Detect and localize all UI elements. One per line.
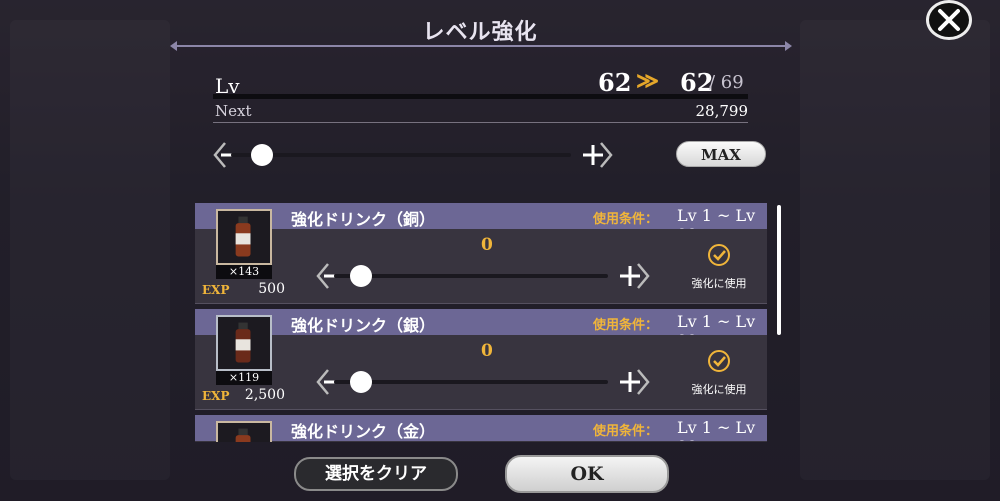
item-body: ×143 EXP 500 0 強化に使用 <box>195 209 767 304</box>
quantity-slider[interactable] <box>316 261 650 291</box>
exp-label: EXP <box>202 283 230 297</box>
item-name: 強化ドリンク（銀） <box>291 316 436 335</box>
level-arrow-icon: ≫ <box>636 68 660 94</box>
bottle-icon <box>235 322 251 363</box>
level-progress-bar <box>213 94 748 99</box>
item-thumbnail <box>216 315 272 371</box>
item-list[interactable]: 強化ドリンク（銅） 使用条件： Lv 1 ~ Lv 99 ×143 EXP 50… <box>195 203 767 442</box>
item-header: 強化ドリンク（銀） 使用条件： Lv 1 ~ Lv 99 <box>195 309 767 350</box>
title-divider <box>170 41 792 51</box>
level-slider[interactable] <box>213 140 613 170</box>
next-divider <box>213 122 748 123</box>
use-toggle[interactable]: 強化に使用 <box>684 349 754 397</box>
use-label: 強化に使用 <box>691 277 747 290</box>
item-count: ×143 <box>216 265 272 279</box>
increase-icon[interactable] <box>616 261 650 291</box>
ok-button[interactable]: OK <box>505 455 669 493</box>
item-body: ×119 EXP 2,500 0 強化に使用 <box>195 315 767 410</box>
use-label: 強化に使用 <box>691 383 747 396</box>
clear-selection-button[interactable]: 選択をクリア <box>294 457 458 491</box>
item-name: 強化ドリンク（銅） <box>291 210 436 229</box>
list-item: 強化ドリンク（銅） 使用条件： Lv 1 ~ Lv 99 ×143 EXP 50… <box>195 203 767 304</box>
list-scrollbar[interactable] <box>777 205 781 335</box>
condition-label: 使用条件： <box>593 424 659 439</box>
item-count: ×119 <box>216 371 272 385</box>
exp-label: EXP <box>202 389 230 403</box>
item-thumbnail <box>216 209 272 265</box>
slider-knob[interactable] <box>350 371 372 393</box>
next-label: Next <box>215 102 252 120</box>
increase-icon[interactable] <box>579 140 613 170</box>
exp-value: 2,500 <box>244 387 285 403</box>
list-item: 強化ドリンク（金） 使用条件： Lv 1 ~ Lv 99 <box>195 415 767 442</box>
increase-icon[interactable] <box>616 367 650 397</box>
check-circle-icon <box>708 350 730 372</box>
item-body <box>195 421 767 442</box>
condition-label: 使用条件： <box>593 212 659 227</box>
condition-value: Lv 1 ~ Lv 99 <box>677 418 756 442</box>
list-item: 強化ドリンク（銀） 使用条件： Lv 1 ~ Lv 99 ×119 EXP 2,… <box>195 309 767 410</box>
quantity-value: 0 <box>481 235 493 255</box>
quantity-slider[interactable] <box>316 367 650 397</box>
max-button[interactable]: MAX <box>676 141 766 167</box>
bottle-icon <box>235 428 251 442</box>
use-toggle[interactable]: 強化に使用 <box>684 243 754 291</box>
slider-knob[interactable] <box>251 144 273 166</box>
exp-value: 500 <box>258 281 285 297</box>
dialog-title: レベル強化 <box>422 19 538 45</box>
quantity-value: 0 <box>481 341 493 361</box>
next-exp-value: 28,799 <box>695 102 749 120</box>
item-name: 強化ドリンク（金） <box>291 422 436 441</box>
current-level: 62 <box>598 68 632 97</box>
slider-knob[interactable] <box>350 265 372 287</box>
max-level: / 69 <box>709 72 744 93</box>
slider-track[interactable] <box>334 274 608 278</box>
item-header: 強化ドリンク（銅） 使用条件： Lv 1 ~ Lv 99 <box>195 203 767 244</box>
item-header: 強化ドリンク（金） 使用条件： Lv 1 ~ Lv 99 <box>195 415 767 442</box>
slider-track[interactable] <box>334 380 608 384</box>
bottle-icon <box>235 216 251 257</box>
slider-track[interactable] <box>231 153 571 157</box>
condition-label: 使用条件： <box>593 318 659 333</box>
check-circle-icon <box>708 244 730 266</box>
item-thumbnail <box>216 421 272 442</box>
